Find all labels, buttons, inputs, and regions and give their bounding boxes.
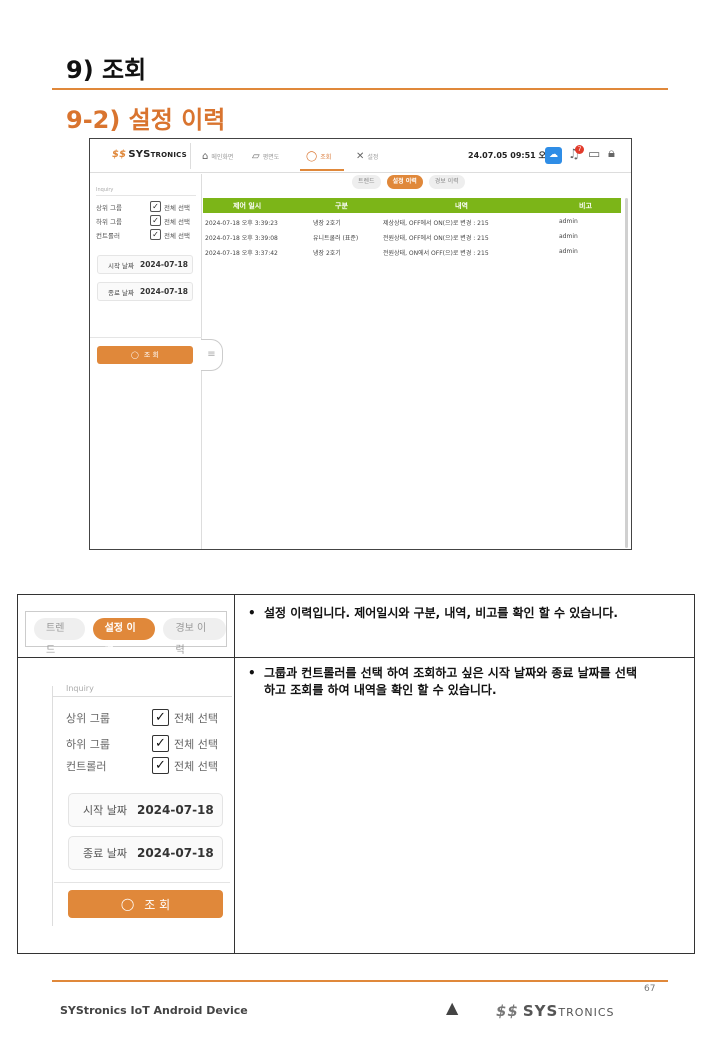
subsection-heading: 9-2) 설정 이력 [66,106,226,134]
search-icon: ◯ [306,150,318,162]
controller-checkbox-zoom[interactable]: ✓ [152,757,169,774]
upper-group-checkbox-zoom[interactable]: ✓ [152,709,169,726]
heading-rule [52,88,668,90]
search-icon: ◯ [131,351,139,359]
controller-row: 컨트롤러 ✓ 전체 선택 [96,229,190,240]
end-date-field[interactable]: 종료 날짜 2024-07-18 [97,282,193,301]
inquiry-zoom: Inquiry 상위 그룹 ✓ 전체 선택 하위 그룹 ✓ 전체 선택 컨트롤러… [52,684,232,926]
lower-group-row: 하위 그룹 ✓ 전체 선택 [96,215,190,226]
search-button-zoom[interactable]: ◯ 조 회 [68,890,223,918]
nav-floorplan[interactable]: ▱ 평면도 [252,148,279,164]
app-logo: $$ SYSTRONICS [112,149,187,160]
table-row[interactable]: 2024-07-18 오후 3:39:08 유니트쿨러 (표준) 전원상태, O… [203,231,621,245]
nav-home[interactable]: ⌂ 메인화면 [202,148,233,164]
app-screenshot: $$ SYSTRONICS ⌂ 메인화면 ▱ 평면도 ◯ 조회 ✕ 설정 24.07.05… [89,138,632,550]
tab-setting-history-zoom[interactable]: 설정 이력 [92,618,156,656]
section-heading: 9) 조회 [66,56,147,84]
upper-group-checkbox[interactable]: ✓ [150,201,161,212]
monitor-icon[interactable]: ▭ [588,147,600,162]
tab-trend-zoom[interactable]: 트렌드 [34,618,85,656]
zoom-separator [54,882,230,883]
tabs-zoom: 트렌드 설정 이력 경보 이력 [25,611,227,656]
lower-group-row-zoom: 하위 그룹 ✓ 전체 선택 [66,735,218,752]
tab-alarm-history-zoom[interactable]: 경보 이력 [163,618,226,656]
search-icon: ◯ [120,897,135,911]
footer-rule [52,980,668,982]
nav-active-underline [300,169,344,171]
lower-group-checkbox[interactable]: ✓ [150,215,161,226]
clock: 24.07.05 09:51 오전 [468,151,554,160]
home-icon: ⌂ [202,150,209,162]
lower-group-checkbox-zoom[interactable]: ✓ [152,735,169,752]
menu-icon: ≡ [207,349,216,360]
app-topbar: $$ SYSTRONICS ⌂ 메인화면 ▱ 평면도 ◯ 조회 ✕ 설정 24.07.05… [90,139,631,173]
sidebar-rule [90,337,202,338]
inquiry-rule [96,195,196,196]
notification-badge: 7 [575,145,584,154]
start-date-field[interactable]: 시작 날짜 2024-07-18 [97,255,193,274]
tab-setting-history[interactable]: 설정 이력 [386,175,423,189]
zoom-frame [52,686,53,926]
search-button[interactable]: ◯ 조 회 [97,346,193,364]
desc-row2-text: • 그룹과 컨트롤러를 선택 하여 조회하고 싶은 시작 날짜와 종료 날짜를 선… [248,666,637,697]
nav-settings[interactable]: ✕ 설정 [356,148,378,164]
footer-title: SYStronics IoT Android Device [60,1004,248,1017]
controller-row-zoom: 컨트롤러 ✓ 전체 선택 [66,757,218,774]
table-divider-horizontal [18,657,694,658]
sidebar-toggle-handle[interactable]: ≡ [201,339,223,371]
cloud-icon[interactable]: ☁ [545,147,562,164]
page-number: 67 [644,984,656,994]
table-scrollbar[interactable] [625,198,628,548]
footer-logo: $$ SYSTRONICS [496,1002,615,1020]
upper-group-row: 상위 그룹 ✓ 전체 선택 [96,201,190,212]
android-icon: ▲ [446,998,459,1017]
inquiry-title: Inquiry [96,187,114,193]
nav-divider [190,143,191,169]
table-header: 제어 일시 구분 내역 비고 [203,198,621,213]
history-tabs: 트렌드 설정 이력 경보 이력 [352,175,465,189]
table-row[interactable]: 2024-07-18 오후 3:37:42 냉장 2호기 전원상태, ON에서 … [203,246,621,260]
zoom-frame-top [52,696,232,697]
nav-inquiry[interactable]: ◯ 조회 [306,148,331,164]
start-date-field-zoom[interactable]: 시작 날짜 2024-07-18 [68,793,223,827]
inquiry-title-zoom: Inquiry [66,684,94,693]
desc-row1-text: • 설정 이력입니다. 제어일시와 구분, 내역, 비고를 확인 할 수 있습니다… [248,606,618,620]
end-date-field-zoom[interactable]: 종료 날짜 2024-07-18 [68,836,223,870]
controller-checkbox[interactable]: ✓ [150,229,161,240]
upper-group-row-zoom: 상위 그룹 ✓ 전체 선택 [66,709,218,726]
lock-icon[interactable]: 🔒︎ [608,146,615,161]
table-row[interactable]: 2024-07-18 오후 3:39:23 냉장 2호기 제상상태, OFF에서… [203,216,621,230]
tools-icon: ✕ [356,150,365,162]
inquiry-sidebar: Inquiry 상위 그룹 ✓ 전체 선택 하위 그룹 ✓ 전체 선택 컨트롤러… [90,174,202,549]
tab-alarm-history[interactable]: 경보 이력 [428,175,465,189]
description-table: 트렌드 설정 이력 경보 이력 • 설정 이력입니다. 제어일시와 구분, 내역,… [17,594,695,954]
floorplan-icon: ▱ [252,150,260,162]
tab-trend[interactable]: 트렌드 [352,175,381,189]
